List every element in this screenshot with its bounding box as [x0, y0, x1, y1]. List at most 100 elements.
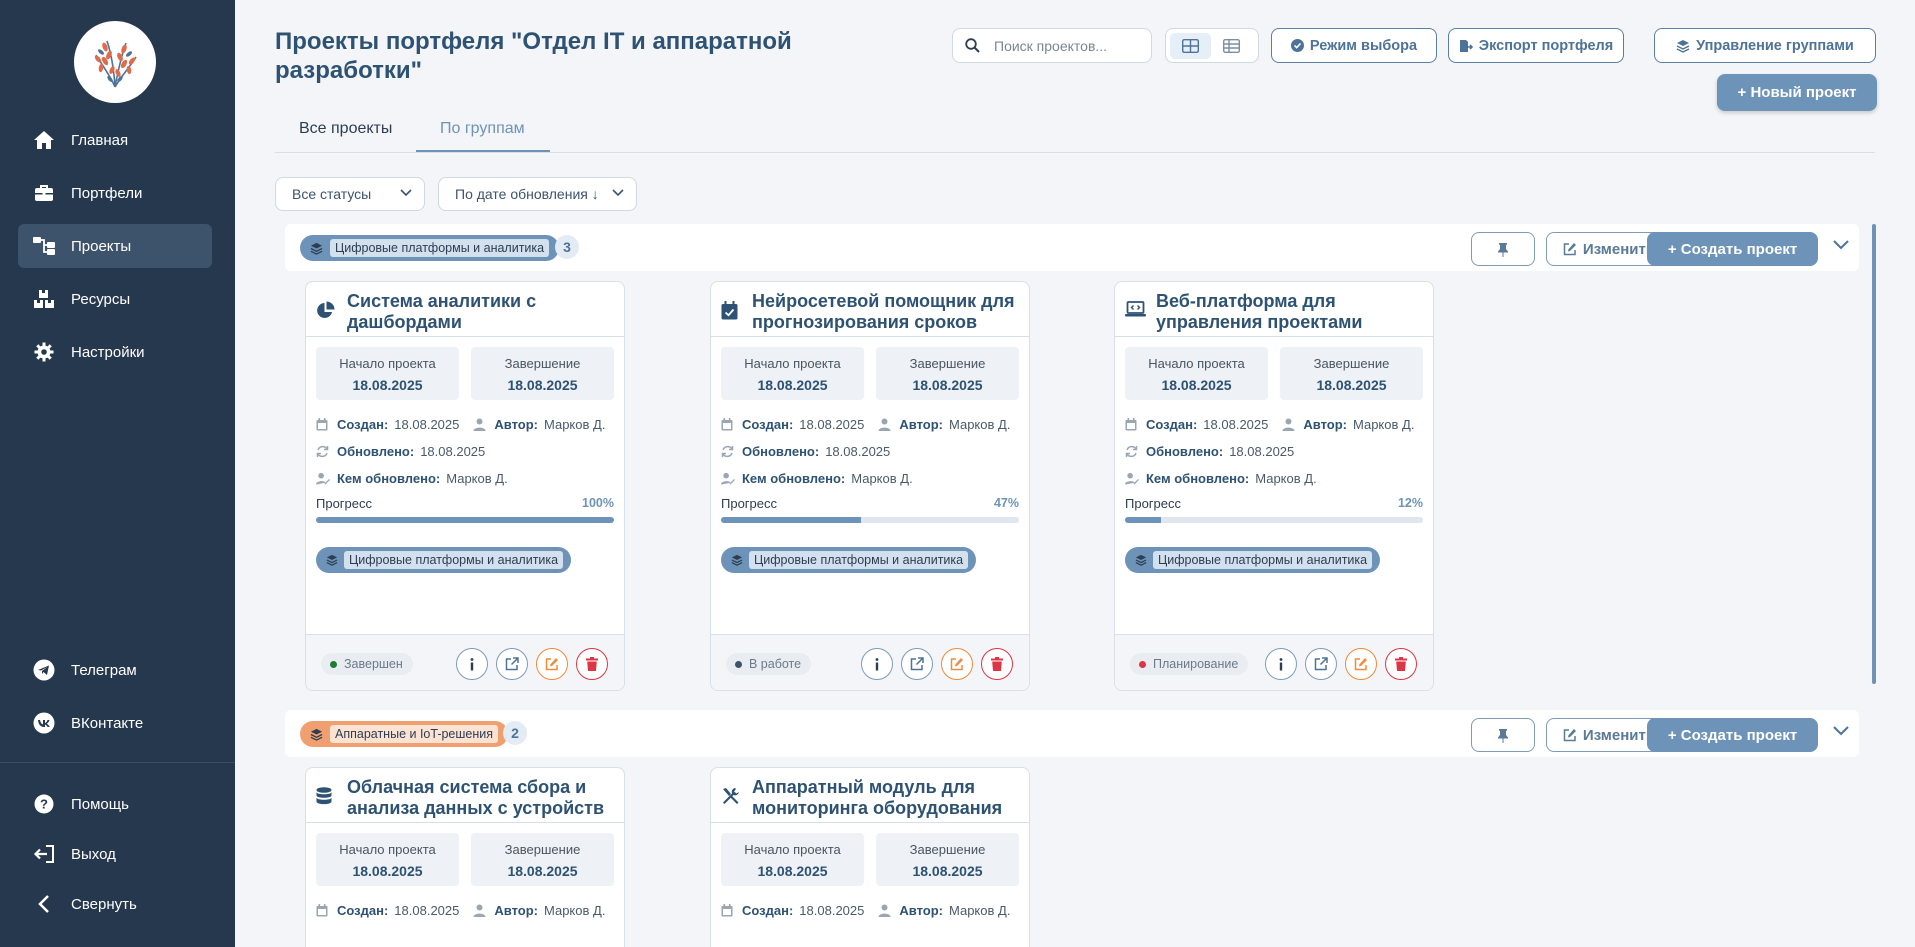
sidebar-item-settings[interactable]: Настройки	[18, 330, 212, 374]
group-header: Аппаратные и IoT-решения 2 Изменить + Со…	[285, 710, 1859, 757]
status-label: Завершен	[344, 657, 403, 671]
author-name: Марков Д.	[544, 417, 606, 432]
open-button[interactable]	[901, 648, 933, 680]
pin-group-button[interactable]	[1471, 718, 1535, 752]
new-project-button[interactable]: + Новый проект	[1717, 74, 1877, 111]
info-button[interactable]	[456, 648, 488, 680]
sidebar-item-telegram[interactable]: Телеграм	[18, 648, 212, 692]
status-dot	[1139, 660, 1146, 668]
sidebar-item-help[interactable]: ? Помощь	[18, 782, 212, 826]
updated-by-name: Марков Д.	[851, 471, 913, 486]
trash-icon	[586, 657, 598, 671]
open-button[interactable]	[496, 648, 528, 680]
chevron-down-icon[interactable]	[1833, 726, 1849, 736]
table-view-button[interactable]	[1211, 33, 1252, 59]
project-title[interactable]: Нейросетевой помощник для прогнозировани…	[752, 291, 1019, 333]
export-portfolio-button[interactable]: Экспорт портфеля	[1448, 28, 1624, 63]
project-card[interactable]: Облачная система сбора и анализа данных …	[305, 767, 625, 947]
layers-icon	[310, 728, 323, 741]
app-logo[interactable]	[74, 21, 156, 103]
sort-select[interactable]: По дате обновления ↓	[438, 177, 637, 211]
sidebar-item-home[interactable]: Главная	[18, 118, 212, 162]
sidebar-item-portfolios[interactable]: Портфели	[18, 171, 212, 215]
group-tag: Цифровые платформы и аналитика	[1125, 547, 1381, 573]
project-title[interactable]: Аппаратный модуль для мониторинга оборуд…	[752, 777, 1019, 819]
sidebar-item-projects[interactable]: Проекты	[18, 224, 212, 268]
calendar-icon	[316, 904, 330, 917]
end-date-box: Завершение 18.08.2025	[1280, 347, 1423, 400]
group-tag-label: Цифровые платформы и аналитика	[749, 551, 969, 569]
chevron-down-icon	[400, 189, 412, 197]
updated-date: 18.08.2025	[1229, 444, 1295, 459]
calendar-icon	[721, 904, 735, 917]
manage-groups-button[interactable]: Управление группами	[1654, 28, 1876, 63]
manage-groups-label: Управление группами	[1696, 37, 1854, 54]
author-label: Автор:	[494, 903, 538, 918]
calendar-icon	[316, 418, 330, 431]
table-icon	[1223, 38, 1240, 53]
delete-button[interactable]	[1385, 648, 1417, 680]
created-label: Создан:	[337, 417, 389, 432]
calendar-icon	[721, 418, 735, 431]
created-date: 18.08.2025	[394, 903, 460, 918]
edit-button[interactable]	[941, 648, 973, 680]
pin-icon	[1498, 728, 1508, 743]
author-name: Марков Д.	[949, 417, 1011, 432]
created-date: 18.08.2025	[799, 903, 865, 918]
info-button[interactable]	[1265, 648, 1297, 680]
status-filter[interactable]: Все статусы	[275, 177, 425, 211]
status-filter-value: Все статусы	[292, 186, 372, 202]
project-card[interactable]: Веб-платформа для управления проектами Н…	[1114, 281, 1434, 691]
scrollbar[interactable]	[1872, 224, 1876, 684]
project-card[interactable]: Аппаратный модуль для мониторинга оборуд…	[710, 767, 1030, 947]
layers-icon	[731, 554, 743, 566]
sidebar-item-resources[interactable]: Ресурсы	[18, 277, 212, 321]
telegram-icon	[33, 659, 55, 681]
end-date-box: Завершение 18.08.2025	[876, 347, 1019, 400]
progress-value: 47%	[993, 496, 1019, 510]
export-label: Экспорт портфеля	[1478, 37, 1614, 54]
project-title[interactable]: Веб-платформа для управления проектами	[1156, 291, 1423, 333]
project-card[interactable]: Нейросетевой помощник для прогнозировани…	[710, 281, 1030, 691]
delete-button[interactable]	[576, 648, 608, 680]
search-input[interactable]: Поиск проектов...	[952, 28, 1152, 63]
author-name: Марков Д.	[949, 903, 1011, 918]
sidebar-item-label: Ресурсы	[71, 290, 131, 308]
gear-icon	[33, 341, 55, 363]
edit-button[interactable]	[536, 648, 568, 680]
sidebar-item-vk[interactable]: ВКонтакте	[18, 701, 212, 745]
sync-icon	[316, 445, 330, 458]
database-icon	[316, 787, 338, 806]
end-date-box: Завершение 18.08.2025	[471, 833, 614, 886]
project-card[interactable]: Система аналитики с дашбордами Начало пр…	[305, 281, 625, 691]
end-date: 18.08.2025	[1316, 377, 1387, 393]
select-mode-button[interactable]: Режим выбора	[1271, 28, 1437, 63]
grid-view-button[interactable]	[1170, 32, 1211, 59]
open-button[interactable]	[1305, 648, 1337, 680]
create-project-button[interactable]: + Создать проект	[1647, 232, 1818, 266]
project-title[interactable]: Система аналитики с дашбордами	[347, 291, 614, 333]
delete-button[interactable]	[981, 648, 1013, 680]
group-tag: Цифровые платформы и аналитика	[721, 547, 977, 573]
sidebar-item-logout[interactable]: Выход	[18, 832, 212, 876]
status-label: В работе	[749, 657, 802, 671]
info-button[interactable]	[861, 648, 893, 680]
end-date-box: Завершение 18.08.2025	[876, 833, 1019, 886]
group-header: Цифровые платформы и аналитика 3 Изменит…	[285, 224, 1859, 271]
sidebar-item-collapse[interactable]: Свернуть	[18, 882, 212, 926]
status-dot	[735, 660, 742, 668]
external-link-icon	[1314, 657, 1328, 671]
calendar-check-icon	[721, 301, 743, 320]
tab-by-groups[interactable]: По группам	[440, 120, 525, 152]
project-title[interactable]: Облачная система сбора и анализа данных …	[347, 777, 614, 819]
pin-group-button[interactable]	[1471, 232, 1535, 266]
end-label: Завершение	[504, 356, 581, 371]
tab-all-projects[interactable]: Все проекты	[299, 120, 392, 152]
create-project-button[interactable]: + Создать проект	[1647, 718, 1818, 752]
chevron-down-icon[interactable]	[1833, 240, 1849, 250]
start-date: 18.08.2025	[1161, 377, 1232, 393]
edit-button[interactable]	[1345, 648, 1377, 680]
progress-label: Прогресс	[316, 496, 373, 511]
start-date-box: Начало проекта 18.08.2025	[721, 347, 864, 400]
user-icon	[473, 418, 487, 431]
